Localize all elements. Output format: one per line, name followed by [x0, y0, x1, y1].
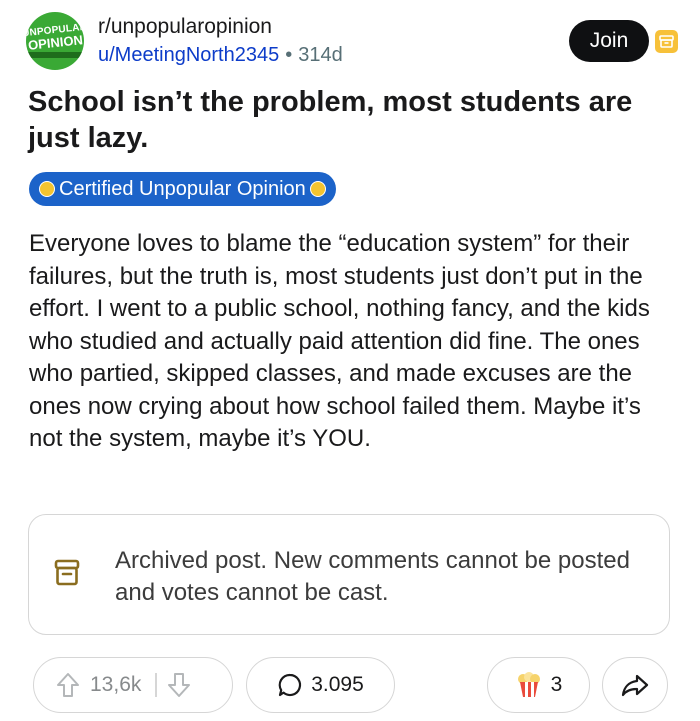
speech-bubble-icon — [277, 672, 303, 698]
share-button[interactable] — [602, 657, 668, 713]
flair-label: Certified Unpopular Opinion — [59, 177, 306, 200]
award-button[interactable]: 3 — [487, 657, 590, 713]
vote-divider — [155, 673, 157, 697]
popcorn-award-icon — [515, 671, 543, 699]
flair-emoji-icon — [309, 181, 326, 197]
join-button[interactable]: Join — [569, 20, 649, 62]
author-link[interactable]: u/MeetingNorth2345 — [98, 44, 279, 66]
share-arrow-icon — [621, 673, 649, 697]
archived-badge-icon — [655, 30, 678, 53]
comments-button[interactable]: 3.095 — [246, 657, 395, 713]
comment-count: 3.095 — [311, 673, 364, 696]
flair-emoji-icon — [39, 181, 55, 197]
post-title[interactable]: School isn’t the problem, most students … — [28, 84, 668, 156]
author-line: u/MeetingNorth2345 • 314d — [98, 42, 343, 68]
post-flair[interactable]: Certified Unpopular Opinion — [29, 172, 336, 206]
post-body: Everyone loves to blame the “education s… — [29, 230, 650, 452]
vote-control: 13,6k — [33, 657, 233, 713]
separator-dot: • — [285, 44, 293, 66]
arrow-down-icon[interactable] — [167, 672, 191, 698]
arrow-up-icon[interactable] — [56, 672, 80, 698]
action-bar: 13,6k 3.095 3 — [0, 657, 700, 717]
award-count: 3 — [550, 673, 563, 696]
archived-notice: Archived post. New comments cannot be po… — [28, 514, 670, 635]
upvote-count: 13,6k — [90, 673, 142, 696]
post-age: 314d — [298, 44, 343, 66]
subreddit-name[interactable]: r/unpopularopinion — [98, 14, 343, 40]
post-header: UNPOPULAR OPINION r/unpopularopinion u/M… — [26, 10, 686, 76]
subreddit-avatar[interactable]: UNPOPULAR OPINION — [26, 12, 84, 70]
archive-box-icon — [54, 558, 80, 588]
archived-message: Archived post. New comments cannot be po… — [115, 547, 630, 606]
post-meta: r/unpopularopinion u/MeetingNorth2345 • 31… — [98, 14, 343, 68]
subreddit-avatar-band — [26, 51, 84, 58]
